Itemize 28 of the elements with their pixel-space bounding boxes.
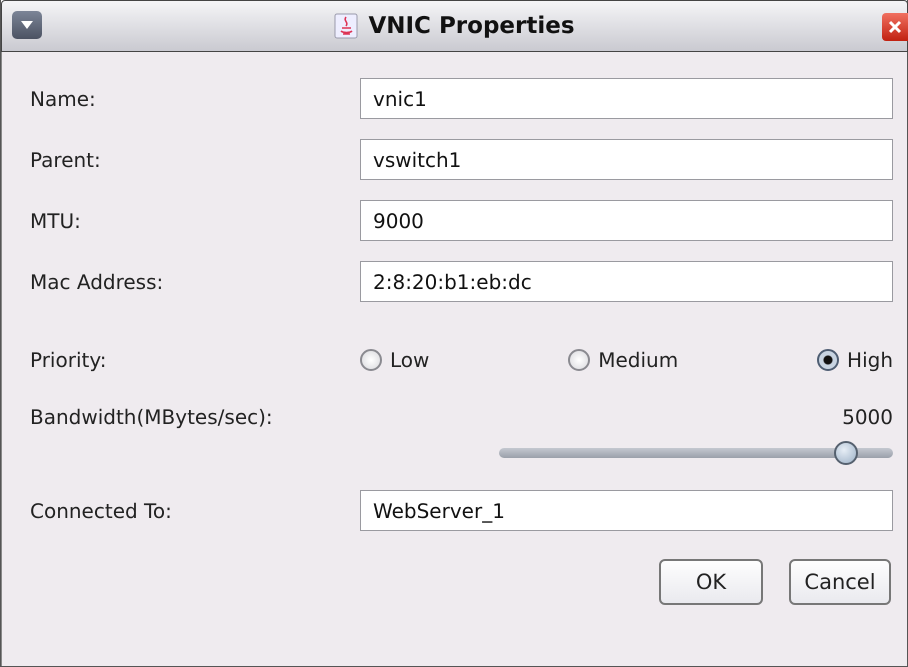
radio-option[interactable]: Low: [360, 348, 430, 372]
field-label: Name:: [30, 86, 97, 110]
window-title: VNIC Properties: [368, 13, 575, 39]
radio-option[interactable]: High: [817, 348, 893, 372]
text-field[interactable]: vswitch1: [360, 139, 893, 180]
text-field[interactable]: vnic1: [360, 78, 893, 119]
radio-option[interactable]: Medium: [568, 348, 678, 372]
text-field[interactable]: 9000: [360, 200, 893, 241]
field-label: Mac Address:: [30, 270, 164, 294]
field-label: Bandwidth(MBytes/sec):: [30, 405, 274, 429]
ok-button[interactable]: OK: [659, 559, 763, 605]
field-label: Priority:: [30, 348, 108, 372]
field-label: MTU:: [30, 208, 82, 232]
radio-label: Medium: [598, 348, 678, 372]
text-field[interactable]: 2:8:20:b1:eb:dc: [360, 261, 893, 302]
slider-thumb[interactable]: [834, 441, 858, 465]
cancel-button[interactable]: Cancel: [789, 559, 891, 605]
field-label: Connected To:: [30, 498, 173, 522]
window-menu-button[interactable]: [12, 11, 42, 39]
radio-label: High: [847, 348, 893, 372]
field-label: Parent:: [30, 148, 102, 172]
close-icon: [888, 20, 902, 34]
slider-value: 5000: [842, 405, 893, 429]
radio-label: Low: [390, 348, 430, 372]
close-button[interactable]: [882, 13, 908, 41]
caret-icon: [21, 21, 33, 29]
app-icon: [334, 13, 358, 39]
text-field[interactable]: WebServer_1: [360, 490, 893, 531]
